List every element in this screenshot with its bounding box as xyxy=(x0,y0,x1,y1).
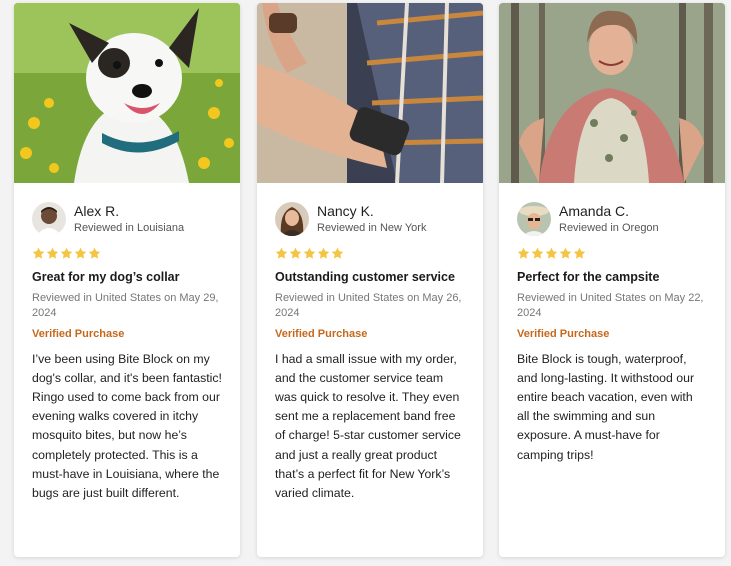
woman-outdoors-photo xyxy=(499,3,725,183)
reviewer-location: Reviewed in New York xyxy=(317,221,427,234)
star-icon xyxy=(517,247,530,259)
reviewer-name: Alex R. xyxy=(74,203,120,219)
reviewer: Amanda C. Reviewed in Oregon xyxy=(517,201,707,237)
review-card: Nancy K. Reviewed in New York Outstandin… xyxy=(257,3,483,557)
star-icon xyxy=(60,247,73,259)
review-card: Alex R. Reviewed in Louisiana Great for … xyxy=(14,3,240,557)
reviewer-location: Reviewed in Louisiana xyxy=(74,221,185,234)
review-date: Reviewed in United States on May 26, 202… xyxy=(275,292,462,319)
review-text: I’ve been using Bite Block on my dog's c… xyxy=(32,352,222,500)
review-title: Great for my dog’s collar xyxy=(32,270,180,284)
woman-avatar xyxy=(275,202,309,236)
review-date: Reviewed in United States on May 29, 202… xyxy=(32,292,219,319)
star-icon xyxy=(275,247,288,259)
star-icon xyxy=(32,247,45,259)
review-text: Bite Block is tough, waterproof, and lon… xyxy=(517,352,695,462)
reviewer-name: Amanda C. xyxy=(559,203,630,219)
star-icon xyxy=(559,247,572,259)
reviewer-location: Reviewed in Oregon xyxy=(559,221,659,234)
star-icon xyxy=(303,247,316,259)
reviewer-name: Nancy K. xyxy=(317,203,374,219)
star-icon xyxy=(545,247,558,259)
reviews-section: Alex R. Reviewed in Louisiana Great for … xyxy=(0,0,731,566)
star-icon xyxy=(317,247,330,259)
star-icon xyxy=(74,247,87,259)
reviewer: Alex R. Reviewed in Louisiana xyxy=(32,201,222,237)
star-icon xyxy=(46,247,59,259)
verified-badge: Verified Purchase xyxy=(32,328,125,341)
review-text: I had a small issue with my order, and t… xyxy=(275,352,461,500)
star-rating xyxy=(275,247,465,261)
verified-badge: Verified Purchase xyxy=(517,328,610,341)
star-icon xyxy=(573,247,586,259)
star-icon xyxy=(531,247,544,259)
verified-badge: Verified Purchase xyxy=(275,328,368,341)
man-avatar xyxy=(32,202,66,236)
star-rating xyxy=(517,247,707,261)
reviewer: Nancy K. Reviewed in New York xyxy=(275,201,465,237)
review-card: Amanda C. Reviewed in Oregon Perfect for… xyxy=(499,3,725,557)
star-icon xyxy=(88,247,101,259)
star-rating xyxy=(32,247,222,261)
wristband-photo xyxy=(257,3,483,183)
review-title: Outstanding customer service xyxy=(275,270,455,284)
woman-hat-avatar xyxy=(517,202,551,236)
star-icon xyxy=(331,247,344,259)
dog-photo xyxy=(14,3,240,183)
review-date: Reviewed in United States on May 22, 202… xyxy=(517,292,704,319)
review-title: Perfect for the campsite xyxy=(517,270,660,284)
star-icon xyxy=(289,247,302,259)
